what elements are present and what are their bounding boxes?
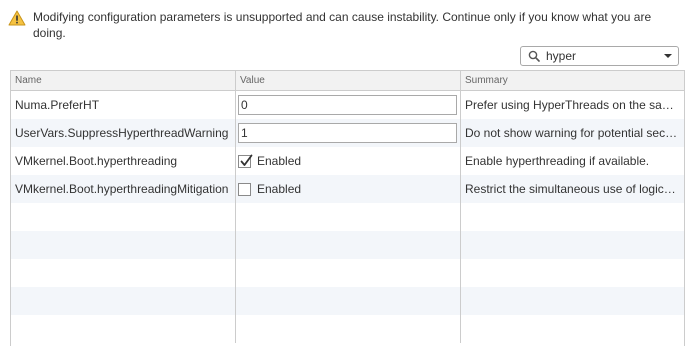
setting-summary: Restrict the simultaneous use of logical…: [465, 182, 684, 196]
setting-summary: Do not show warning for potential securi…: [465, 126, 684, 140]
chevron-down-icon[interactable]: [664, 54, 672, 58]
empty-cell: [11, 287, 236, 315]
empty-cell: [461, 203, 684, 231]
setting-value-input[interactable]: [238, 123, 457, 143]
setting-value-cell: Enabled: [236, 147, 461, 175]
empty-row: [11, 287, 684, 315]
setting-name: Numa.PreferHT: [11, 91, 236, 119]
empty-cell: [236, 315, 461, 343]
advanced-settings-panel: Modifying configuration parameters is un…: [0, 0, 700, 346]
setting-value-cell: [236, 91, 461, 119]
table-row[interactable]: Numa.PreferHT Prefer using HyperThreads …: [11, 91, 684, 119]
setting-summary: Prefer using HyperThreads on the same NU…: [465, 98, 684, 112]
setting-name: VMkernel.Boot.hyperthreadingMitigation: [11, 175, 236, 203]
empty-cell: [461, 259, 684, 287]
empty-cell: [461, 287, 684, 315]
table-row[interactable]: UserVars.SuppressHyperthreadWarning Do n…: [11, 119, 684, 147]
column-header-name[interactable]: Name: [11, 71, 236, 90]
empty-cell: [236, 287, 461, 315]
setting-value-input[interactable]: [238, 95, 457, 115]
table-body: Numa.PreferHT Prefer using HyperThreads …: [11, 91, 684, 343]
table-row[interactable]: VMkernel.Boot.hyperthreading Enabled Ena…: [11, 147, 684, 175]
empty-row: [11, 259, 684, 287]
search-input[interactable]: [546, 48, 646, 64]
empty-cell: [236, 259, 461, 287]
empty-row: [11, 231, 684, 259]
column-header-summary[interactable]: Summary: [461, 71, 684, 90]
empty-cell: [11, 259, 236, 287]
search-icon: [528, 50, 540, 62]
setting-name: UserVars.SuppressHyperthreadWarning: [11, 119, 236, 147]
enabled-label: Enabled: [257, 182, 302, 196]
warning-triangle-icon: [8, 10, 26, 26]
enabled-checkbox[interactable]: [238, 154, 253, 168]
enabled-checkbox[interactable]: [238, 182, 251, 196]
enabled-label: Enabled: [257, 154, 302, 168]
empty-cell: [236, 231, 461, 259]
empty-cell: [236, 203, 461, 231]
setting-value-cell: Enabled: [236, 175, 461, 203]
empty-cell: [11, 203, 236, 231]
setting-name: VMkernel.Boot.hyperthreading: [11, 147, 236, 175]
table-header: Name Value Summary: [11, 71, 684, 91]
empty-cell: [461, 315, 684, 343]
checkmark-icon: [240, 154, 253, 166]
empty-cell: [11, 315, 236, 343]
empty-cell: [11, 231, 236, 259]
setting-value-cell: [236, 119, 461, 147]
table-row[interactable]: VMkernel.Boot.hyperthreadingMitigation E…: [11, 175, 684, 203]
settings-table: Name Value Summary Numa.PreferHT Prefer …: [10, 70, 685, 346]
column-header-value[interactable]: Value: [236, 71, 461, 90]
empty-row: [11, 315, 684, 343]
warning-banner: Modifying configuration parameters is un…: [8, 9, 668, 41]
warning-text: Modifying configuration parameters is un…: [33, 10, 652, 40]
empty-cell: [461, 231, 684, 259]
empty-row: [11, 203, 684, 231]
setting-summary: Enable hyperthreading if available.: [465, 154, 650, 168]
filter-search-box[interactable]: [520, 46, 679, 66]
